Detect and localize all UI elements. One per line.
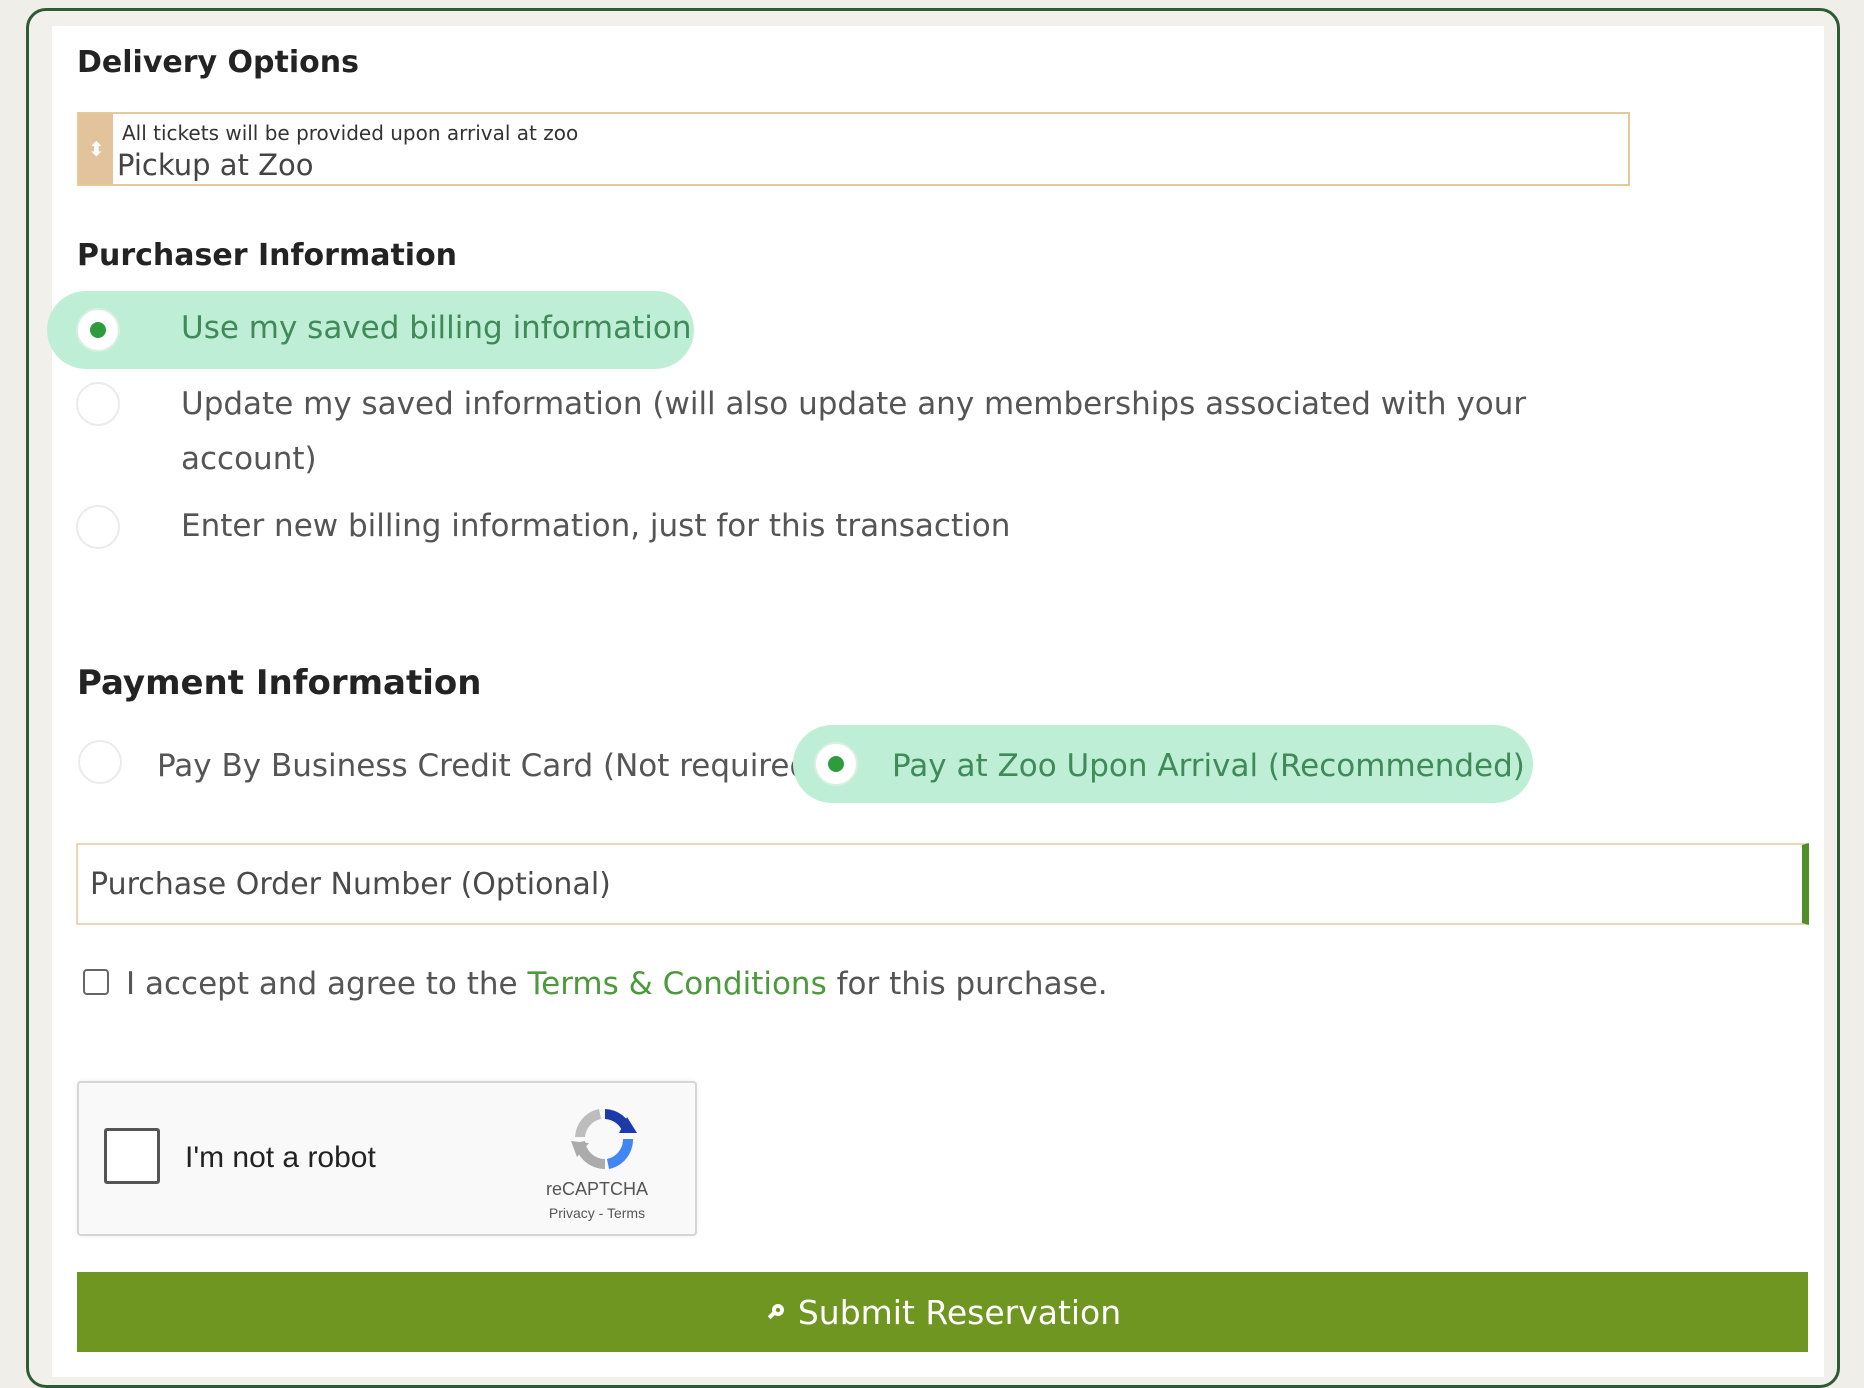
recaptcha-links[interactable]: Privacy - Terms — [537, 1205, 657, 1221]
option-update-saved-info-label-cont[interactable]: account) — [181, 441, 317, 477]
submit-label: Submit Reservation — [797, 1292, 1122, 1332]
radio-pay-business-card[interactable] — [78, 740, 122, 784]
terms-suffix: for this purchase. — [836, 966, 1108, 1002]
option-pay-business-card-label[interactable]: Pay By Business Credit Card (Not require… — [157, 748, 821, 784]
payment-heading: Payment Information — [77, 663, 482, 703]
recaptcha-label: I'm not a robot — [185, 1141, 376, 1174]
terms-prefix: I accept and agree to the — [126, 966, 518, 1002]
key-icon — [767, 1304, 784, 1320]
updown-chevron-icon: ⬍ — [88, 137, 105, 161]
radio-update-saved-info[interactable] — [76, 382, 120, 426]
delivery-select[interactable]: ⬍ All tickets will be provided upon arri… — [77, 112, 1630, 186]
terms-link[interactable]: Terms & Conditions — [527, 966, 826, 1002]
option-use-saved-billing-label[interactable]: Use my saved billing information — [181, 310, 692, 346]
radio-selected-dot — [90, 322, 106, 338]
radio-pay-at-zoo[interactable] — [814, 742, 858, 786]
option-pay-at-zoo-label[interactable]: Pay at Zoo Upon Arrival (Recommended) — [892, 748, 1525, 784]
option-enter-new-billing-label[interactable]: Enter new billing information, just for … — [181, 508, 1010, 544]
submit-reservation-button[interactable]: Submit Reservation — [77, 1272, 1808, 1352]
purchaser-heading: Purchaser Information — [77, 238, 458, 273]
purchase-order-input[interactable] — [76, 843, 1809, 925]
delivery-heading: Delivery Options — [77, 45, 359, 80]
terms-text: I accept and agree to the Terms & Condit… — [126, 966, 1108, 1002]
recaptcha-checkbox[interactable] — [104, 1128, 160, 1184]
recaptcha-widget: I'm not a robot reCAPTCHA Privacy - Term… — [77, 1081, 697, 1236]
radio-enter-new-billing[interactable] — [76, 505, 120, 549]
select-handle[interactable]: ⬍ — [79, 114, 113, 184]
recaptcha-logo-icon — [571, 1109, 637, 1170]
option-update-saved-info-label[interactable]: Update my saved information (will also u… — [181, 386, 1526, 422]
delivery-selected-value: Pickup at Zoo — [117, 148, 314, 182]
recaptcha-brand: reCAPTCHA — [545, 1179, 648, 1199]
radio-selected-dot — [828, 756, 844, 772]
delivery-hint: All tickets will be provided upon arriva… — [122, 121, 579, 145]
terms-checkbox[interactable] — [83, 969, 109, 995]
radio-use-saved-billing[interactable] — [76, 308, 120, 352]
